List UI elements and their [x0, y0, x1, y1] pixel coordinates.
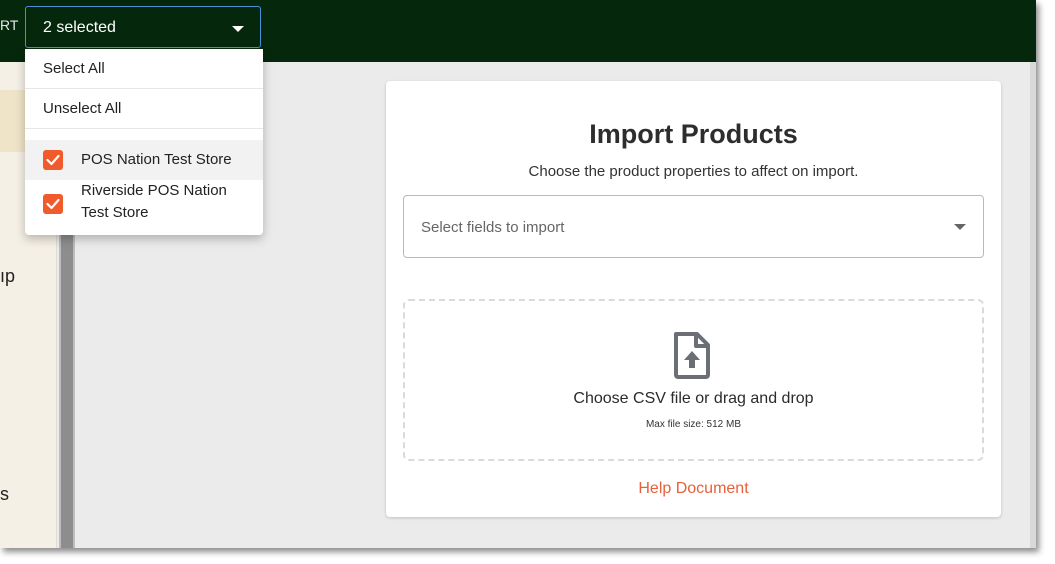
page-subtitle: Choose the product properties to affect …	[528, 163, 859, 180]
page-scrollbar[interactable]	[1030, 62, 1036, 548]
caret-down-icon	[232, 26, 244, 32]
checkbox-checked-icon[interactable]	[43, 194, 63, 214]
checkbox-checked-icon[interactable]	[43, 150, 63, 170]
store-option[interactable]: Riverside POS Nation Test Store	[25, 180, 263, 235]
sidebar-partial-label[interactable]: s	[0, 484, 9, 505]
store-multiselect-value: 2 selected	[43, 19, 116, 36]
file-upload-icon	[672, 331, 712, 384]
store-option-label: POS Nation Test Store	[81, 151, 232, 168]
store-dropdown-menu: Select All Unselect All POS Nation Test …	[25, 49, 263, 235]
max-file-size-note: Max file size: 512 MB	[645, 419, 742, 430]
store-option-label: Riverside POS Nation Test Store	[81, 182, 227, 221]
store-multiselect[interactable]: 2 selected	[25, 6, 261, 48]
file-dropzone[interactable]: Choose CSV file or drag and drop Max fil…	[403, 299, 984, 461]
unselect-all-label: Unselect All	[43, 100, 122, 117]
app-window: RT ıp s Import Products Choose the produ…	[0, 0, 1036, 548]
fields-select-placeholder: Select fields to import	[421, 219, 565, 236]
store-option[interactable]: POS Nation Test Store	[25, 140, 263, 180]
fields-select[interactable]: Select fields to import	[403, 195, 984, 258]
navbar-partial-text: RT	[0, 17, 19, 33]
unselect-all-option[interactable]: Unselect All	[25, 89, 263, 129]
dropzone-label: Choose CSV file or drag and drop	[573, 390, 814, 407]
page-title: Import Products	[589, 119, 798, 149]
sidebar-partial-label[interactable]: ıp	[0, 266, 15, 287]
help-document-link[interactable]: Help Document	[386, 480, 1001, 498]
select-all-option[interactable]: Select All	[25, 49, 263, 89]
import-products-card: Import Products Choose the product prope…	[386, 81, 1001, 517]
select-all-label: Select All	[43, 60, 105, 77]
chevron-down-icon	[954, 224, 966, 230]
